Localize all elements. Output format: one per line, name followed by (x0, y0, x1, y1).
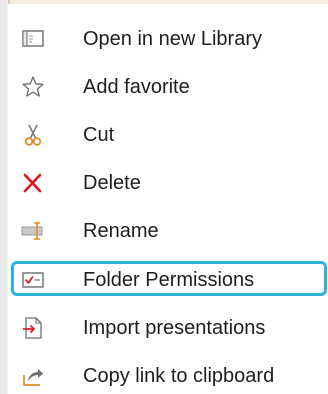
scissors-icon (20, 122, 46, 148)
menu-item-label: Cut (83, 124, 115, 146)
menu-item-label: Delete (83, 172, 141, 194)
menu-item-label: Rename (83, 220, 159, 242)
menu-item-delete[interactable]: Delete (0, 163, 328, 211)
folder-permissions-icon (20, 267, 46, 293)
menu-item-copy-link-to-clipboard[interactable]: Copy link to clipboard (0, 356, 328, 394)
delete-x-icon (20, 170, 46, 196)
menu-item-label: Copy link to clipboard (83, 365, 275, 387)
menu-item-import-presentations[interactable]: Import presentations (0, 308, 328, 356)
menu-item-cut[interactable]: Cut (0, 115, 328, 163)
menu-item-label: Folder Permissions (83, 269, 255, 291)
menu-item-add-favorite[interactable]: Add favorite (0, 67, 328, 115)
rename-icon (20, 218, 46, 244)
menu-item-label: Import presentations (83, 317, 266, 339)
menu-item-label: Open in new Library (83, 28, 262, 50)
menu-item-open-in-new-library[interactable]: Open in new Library (0, 19, 328, 67)
menu-item-folder-permissions[interactable]: Folder Permissions (0, 260, 328, 308)
share-link-icon (20, 363, 46, 389)
menu-item-label: Add favorite (83, 76, 190, 98)
open-library-icon (20, 26, 46, 52)
context-menu: Open in new Library Add favorite Cut Del… (0, 19, 328, 394)
top-edge (0, 0, 328, 4)
import-icon (20, 315, 46, 341)
menu-item-rename[interactable]: Rename (0, 211, 328, 259)
star-icon (20, 74, 46, 100)
